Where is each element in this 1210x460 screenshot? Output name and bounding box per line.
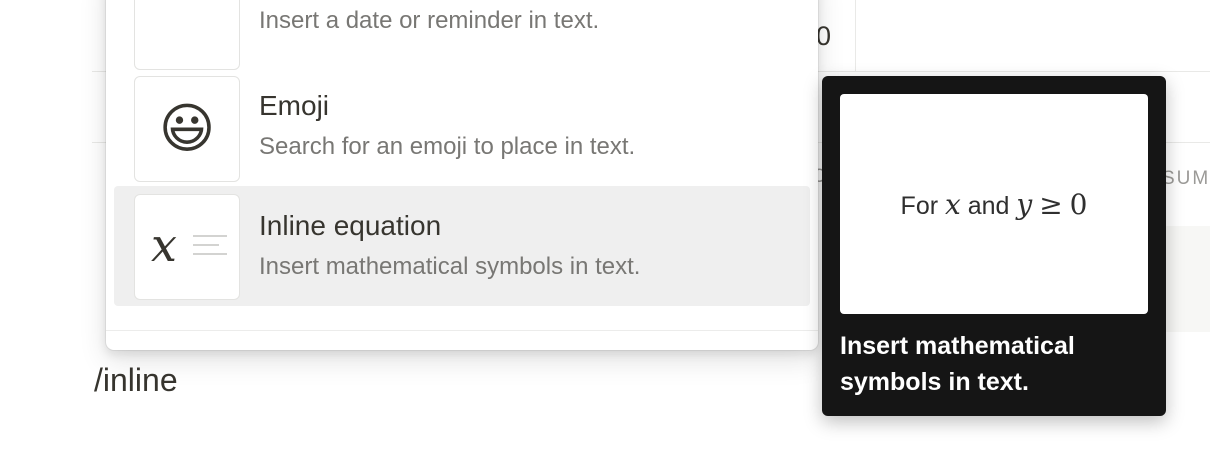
menu-item-thumbnail: 😃 — [134, 76, 240, 182]
menu-item-title: Inline equation — [259, 210, 442, 241]
menu-item-thumbnail: x — [134, 194, 240, 300]
editor-slash-command-text[interactable]: /inline — [94, 360, 178, 400]
table-column-divider — [855, 0, 856, 71]
text-lines-icon — [193, 235, 227, 262]
menu-item-description: Insert a date or reminder in text. — [259, 7, 600, 34]
table-cell-shaded — [1166, 226, 1210, 332]
item-preview-tooltip: For x and y ≥ 0 Insert mathematical symb… — [822, 76, 1166, 416]
menu-item-inline-equation[interactable]: x Inline equation Insert mathematical sy… — [114, 186, 810, 306]
menu-item-emoji[interactable]: 😃 Emoji Search for an emoji to place in … — [114, 70, 810, 190]
preview-word: For — [900, 191, 939, 220]
equation-preview: For x and y ≥ 0 — [901, 188, 1088, 221]
column-header-sum: SUM — [1162, 168, 1210, 189]
menu-item-description: Insert mathematical symbols in text. — [259, 253, 641, 280]
preview-number: 0 — [1069, 187, 1088, 221]
preview-operator: ≥ — [1039, 187, 1063, 221]
table-cell-value: 0 — [816, 21, 832, 51]
menu-divider — [106, 330, 818, 331]
menu-item-date[interactable]: Insert a date or reminder in text. — [114, 0, 810, 76]
preview-word: and — [967, 191, 1010, 220]
menu-item-description: Search for an emoji to place in text. — [259, 133, 636, 160]
preview-variable: x — [945, 187, 961, 221]
preview-card: For x and y ≥ 0 — [840, 94, 1148, 314]
smiley-emoji-icon: 😃 — [158, 97, 216, 160]
notion-page: 0 C SUM /inline Insert a date or reminde… — [0, 0, 1210, 460]
menu-item-thumbnail — [134, 0, 240, 70]
slash-command-menu: Insert a date or reminder in text. 😃 Emo… — [106, 0, 818, 350]
tooltip-caption: Insert mathematical symbols in text. — [840, 332, 1075, 396]
menu-item-title: Emoji — [259, 90, 330, 121]
preview-variable: y — [1016, 187, 1033, 221]
math-x-icon: x — [151, 218, 177, 272]
